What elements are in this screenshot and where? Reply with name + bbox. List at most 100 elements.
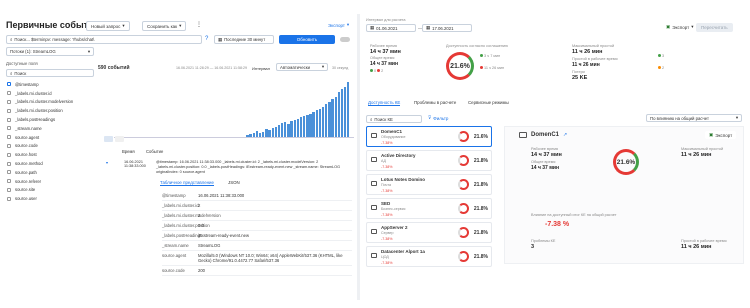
histogram-bar[interactable] [347, 82, 350, 137]
export-label: Экспорт [672, 24, 690, 30]
field-item[interactable]: source.site [4, 186, 96, 195]
ke-delta: -7.38% [381, 189, 393, 193]
histogram-bar[interactable] [299, 117, 303, 137]
tab-table[interactable]: Табличное представление [160, 180, 214, 186]
histogram-bar[interactable] [296, 119, 300, 137]
histogram-bar[interactable] [325, 104, 328, 137]
tab-problems[interactable]: Проблемы в расчете [414, 100, 456, 105]
export-button[interactable]: ▣ Экспорт ▾ [662, 23, 698, 31]
field-name: _labels.mi.cluster.position [15, 108, 63, 114]
histogram-bar[interactable] [343, 87, 347, 137]
time-range-select[interactable]: ▦ Последние 30 минут [214, 35, 274, 44]
event-row[interactable]: ▾ 16.06.2021 11:38:33.000 @timestamp: 16… [106, 160, 354, 175]
histogram-bar[interactable] [290, 121, 293, 137]
date-to-input[interactable]: ▦ 17.06.2021 [422, 24, 472, 32]
histogram-bar[interactable] [268, 130, 271, 137]
tab-service-modes[interactable]: Сервисные режимы [468, 100, 509, 105]
help-icon[interactable]: ? [205, 36, 208, 42]
histogram-bar[interactable] [277, 125, 281, 137]
field-item[interactable]: source.method [4, 159, 96, 168]
field-item[interactable]: source.referer [4, 177, 96, 186]
histogram-bar[interactable] [309, 114, 312, 137]
histogram-bar[interactable] [293, 120, 296, 137]
filter-button[interactable]: ⊽ Фильтр [424, 114, 453, 122]
histogram-bar[interactable] [265, 129, 268, 137]
field-item[interactable]: _labels.postHeadings [4, 115, 96, 124]
field-item[interactable]: _labels.mi.cluster.id [4, 89, 96, 98]
histogram-bar[interactable] [334, 97, 337, 137]
page-title: Первичные события [6, 20, 99, 30]
search-input[interactable]: ⌕ Поиск... $terminpv: message: ?hubs/chat… [6, 35, 202, 44]
field-item[interactable]: source.user [4, 194, 96, 203]
ke-delta: -7.38% [381, 165, 393, 169]
histogram-bar[interactable] [306, 115, 309, 137]
table-view-icon[interactable] [115, 136, 124, 142]
histogram-bar[interactable] [337, 92, 341, 137]
date-from-input[interactable]: ▦ 01.06.2021 [366, 24, 416, 32]
kpi-total-value: 14 ч 37 мин [370, 61, 398, 67]
histogram-bar[interactable] [262, 132, 265, 137]
interval-select[interactable]: Автоматически ▾ [276, 63, 328, 71]
ke-type: ЦОД [381, 255, 389, 259]
search-icon: ⌕ [10, 70, 13, 76]
ke-card[interactable]: AppServer 2 Сервер -7.38% 21.8% [366, 222, 492, 243]
histogram-bar[interactable] [284, 122, 287, 137]
list-view-icon[interactable] [104, 136, 113, 142]
histogram-bar[interactable] [328, 102, 331, 137]
histogram-bar[interactable] [249, 134, 252, 137]
detail-key: _labels.postHeadings [162, 233, 203, 238]
histogram-bar[interactable] [303, 116, 306, 137]
ke-ring [458, 251, 469, 262]
detail-export-button[interactable]: ▣ Экспорт [705, 131, 737, 139]
new-query-button[interactable]: Новый запрос ▾ [86, 21, 130, 31]
open-external-icon[interactable]: ↗ [563, 132, 567, 138]
interval-label: Интервал [252, 66, 270, 71]
histogram-bar[interactable] [331, 99, 334, 137]
field-item[interactable]: source.code [4, 142, 96, 151]
stream-select[interactable]: Потоки (1): StreamLOG ▾ [6, 47, 94, 56]
field-item[interactable]: source.agent [4, 133, 96, 142]
histogram-bar[interactable] [340, 89, 344, 137]
ke-card[interactable]: Lotus Notes Domino Почта -7.38% 21.8% [366, 174, 492, 195]
histogram-bar[interactable] [255, 131, 259, 137]
detail-total-label: Общее время [531, 160, 556, 164]
field-item[interactable]: _labels.mi.cluster.modelversion [4, 98, 96, 107]
more-icon[interactable]: ⋮ [196, 21, 202, 28]
histogram-bar[interactable] [274, 127, 278, 137]
field-item[interactable]: @timestamp [4, 80, 96, 89]
histogram-bar[interactable] [258, 133, 262, 137]
ke-search-input[interactable]: ⌕ Поиск КЕ [366, 115, 422, 123]
histogram-bar[interactable] [252, 133, 255, 137]
auto-refresh-toggle[interactable] [340, 37, 350, 42]
histogram-bar[interactable] [312, 112, 315, 137]
detail-key: _labels.mi.cluster.modelVersion [162, 213, 221, 218]
histogram-bar[interactable] [246, 135, 249, 137]
chevron-down-icon: ▾ [346, 22, 350, 27]
tab-json[interactable]: JSON [228, 180, 240, 185]
histogram-bar[interactable] [315, 110, 318, 137]
export-button[interactable]: Экспорт ▾ [324, 21, 354, 29]
histogram-bar[interactable] [271, 128, 274, 137]
refresh-button[interactable]: Обновить [279, 35, 335, 44]
histogram-bar[interactable] [321, 107, 325, 137]
sort-select[interactable]: По влиянию на общий расчет ▾ [646, 114, 742, 122]
ke-card[interactable]: Active Directory АД -7.38% 21.8% [366, 150, 492, 171]
ke-card[interactable]: Datacenter Alport 1a ЦОД -7.38% 21.8% [366, 246, 492, 267]
histogram-bar[interactable] [280, 123, 284, 137]
field-item[interactable]: source.path [4, 168, 96, 177]
field-search-placeholder: Поиск [14, 70, 27, 76]
ke-card[interactable]: SED Бизнес-сервис -7.38% 21.8% [366, 198, 492, 219]
field-search-input[interactable]: ⌕ Поиск [6, 69, 94, 77]
histogram-bar[interactable] [318, 109, 322, 137]
save-as-button[interactable]: Сохранить как ▾ [142, 21, 187, 31]
tab-availability[interactable]: Доступность КЕ [368, 100, 401, 106]
field-item[interactable]: source.host [4, 150, 96, 159]
ke-card[interactable]: DomenC1 Оборудование -7.38% 21.6% [366, 126, 492, 147]
ke-type: Почта [381, 183, 391, 187]
histogram-bar[interactable] [287, 124, 290, 137]
chevron-down-icon[interactable]: ▾ [106, 160, 120, 175]
recalculate-button[interactable]: Пересчитать [696, 23, 733, 32]
ke-type: Оборудование [381, 135, 406, 139]
field-item[interactable]: _labels.mi.cluster.position [4, 106, 96, 115]
field-item[interactable]: _stream.name [4, 124, 96, 133]
